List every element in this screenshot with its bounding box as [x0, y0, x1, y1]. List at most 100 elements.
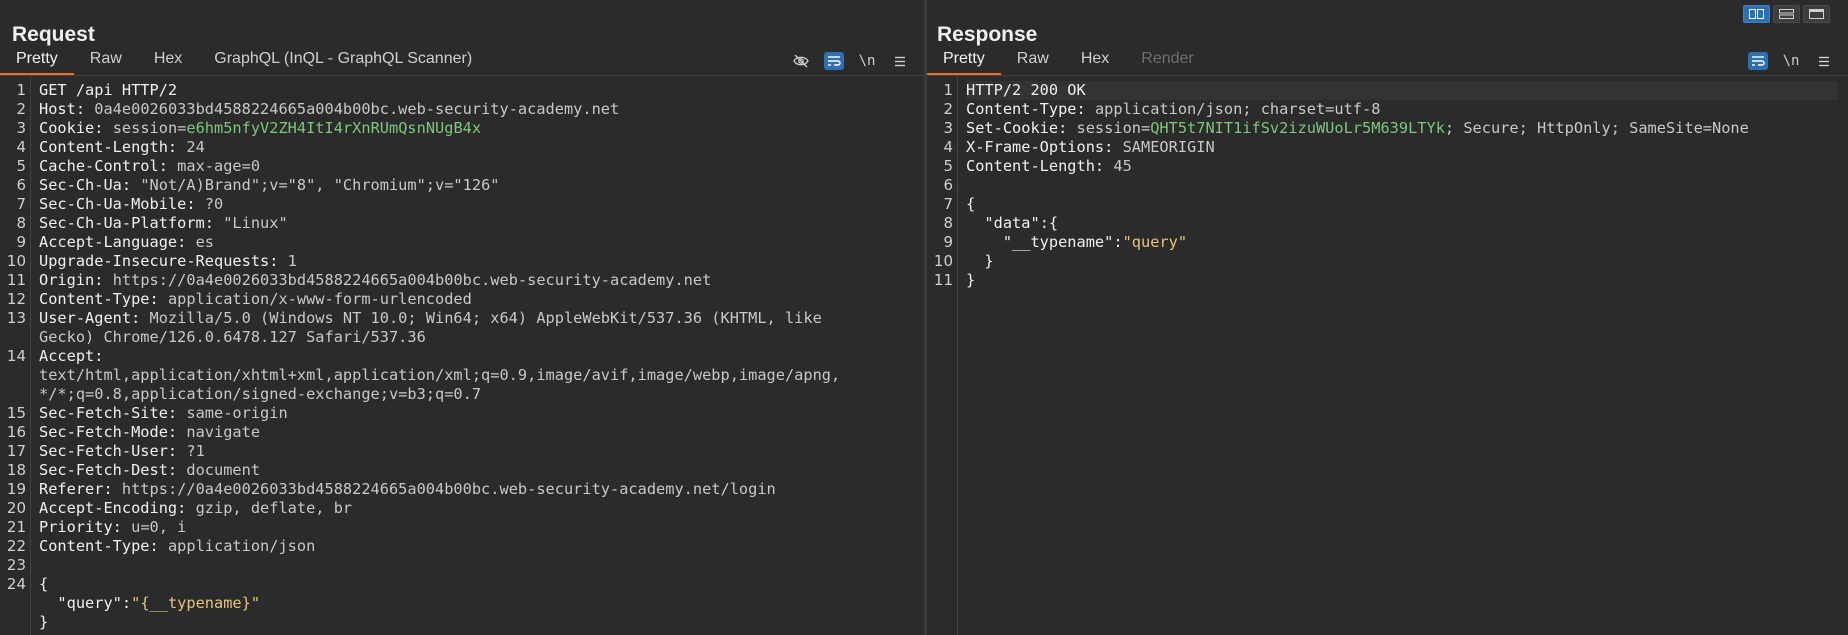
code-token: Content-Type: — [966, 100, 1095, 118]
code-token: e6hm5nfyV2ZH4ItI4rXnRUmQsnNUgB4x — [186, 119, 482, 137]
code-line: 15 Sec-Fetch-Site: same-origin — [7, 404, 914, 423]
newline-toggle[interactable]: \n — [1781, 52, 1801, 70]
word-wrap-icon[interactable] — [1748, 52, 1768, 70]
code-token: Content-Length: — [39, 138, 187, 156]
newline-toggle[interactable]: \n — [857, 52, 877, 70]
code-line: 2 Content-Type: application/json; charset… — [943, 100, 1838, 119]
line-number: 3 — [943, 119, 953, 137]
word-wrap-icon[interactable] — [824, 52, 844, 70]
line-number: 21 — [6, 518, 26, 536]
line-number: 6 — [943, 176, 953, 194]
line-number: 10 — [933, 252, 953, 270]
line-number: 15 — [6, 404, 26, 422]
line-number: 22 — [6, 537, 26, 555]
code-line: 5 Cache-Control: max-age=0 — [16, 157, 914, 176]
line-number: 4 — [943, 138, 953, 156]
request-code: 1 GET /api HTTP/2 2 Host: 0a4e0026033bd4588… — [7, 81, 914, 632]
code-token: Sec-Ch-Ua-Mobile: — [39, 195, 205, 213]
code-line: 22 Content-Type: application/json — [7, 537, 914, 556]
request-tab-raw[interactable]: Raw — [74, 49, 138, 75]
request-tabbar: Pretty Raw Hex GraphQL (InQL - GraphQL S… — [0, 49, 924, 76]
code-token: Accept-Encoding: — [39, 499, 196, 517]
code-token: same-origin — [186, 404, 288, 422]
code-line: 14 Accept: — [7, 347, 914, 366]
response-code: 1 HTTP/2 200 OK 2 Content-Type: application… — [934, 81, 1838, 290]
response-tab-hex[interactable]: Hex — [1065, 49, 1125, 75]
response-tab-raw[interactable]: Raw — [1001, 49, 1065, 75]
code-line: 1 HTTP/2 200 OK — [943, 81, 1838, 100]
code-line: 9 "__typename": "query" — [943, 233, 1838, 252]
code-token: Referer: — [39, 480, 122, 498]
code-token: "{__typename}" — [131, 594, 261, 612]
code-token: session — [112, 119, 178, 137]
menu-icon[interactable] — [890, 52, 910, 70]
line-number: 6 — [16, 176, 26, 194]
code-line: 24 { — [7, 575, 914, 594]
code-token: application/json; charset=utf-8 — [1094, 100, 1381, 118]
line-number: 17 — [6, 442, 26, 460]
code-token: document — [186, 461, 261, 479]
code-token: "data" — [966, 214, 1040, 232]
code-line: 7 Sec-Ch-Ua-Mobile: ?0 — [16, 195, 914, 214]
code-token: ?0 — [204, 195, 224, 213]
code-line: text/html,application/xhtml+xml,applicat… — [39, 366, 914, 385]
code-token: Content-Length: — [966, 157, 1114, 175]
code-token: es — [195, 233, 214, 251]
line-number: 12 — [6, 290, 26, 308]
code-token: Set-Cookie: — [966, 119, 1077, 137]
code-line: 3 Set-Cookie: session = QHT5t7NIT1ifSv2izuW… — [943, 119, 1838, 138]
response-editor[interactable]: 1 HTTP/2 200 OK 2 Content-Type: application… — [927, 76, 1848, 635]
line-number: 2 — [943, 100, 953, 118]
line-number: 16 — [6, 423, 26, 441]
request-tab-hex[interactable]: Hex — [138, 49, 198, 75]
response-tools: \n — [1748, 52, 1834, 70]
response-tab-pretty[interactable]: Pretty — [927, 49, 1001, 75]
code-token: : — [1113, 233, 1123, 251]
request-editor[interactable]: 1 GET /api HTTP/2 2 Host: 0a4e0026033bd4588… — [0, 76, 924, 635]
code-token: application/x-www-form-urlencoded — [167, 290, 472, 308]
code-token: HTTP/2 200 OK — [966, 81, 1086, 99]
line-number: 5 — [943, 157, 953, 175]
code-token: Mozilla/5.0 (Windows NT 10.0; Win64; x64… — [149, 309, 822, 327]
code-token: "Linux" — [223, 214, 288, 232]
code-token: gzip, deflate, br — [195, 499, 353, 517]
hide-icon[interactable] — [791, 52, 811, 70]
code-line: 21 Priority: u=0, i — [7, 518, 914, 537]
code-line: 20 Accept-Encoding: gzip, deflate, br — [7, 499, 914, 518]
code-line: 9 Accept-Language: es — [16, 233, 914, 252]
menu-icon[interactable] — [1814, 52, 1834, 70]
line-number: 7 — [943, 195, 953, 213]
line-number: 3 — [16, 119, 26, 137]
code-line: */*;q=0.8,application/signed-exchange;v=… — [39, 385, 914, 404]
response-tab-render[interactable]: Render — [1125, 49, 1209, 75]
code-line: 16 Sec-Fetch-Mode: navigate — [7, 423, 914, 442]
code-line: 1 GET /api HTTP/2 — [16, 81, 914, 100]
code-token: Sec-Fetch-Site: — [39, 404, 187, 422]
line-number: 11 — [933, 271, 953, 289]
code-token: "query" — [1122, 233, 1188, 251]
line-number: 11 — [6, 271, 26, 289]
code-token: :{ — [1039, 214, 1059, 232]
code-token: max-age=0 — [177, 157, 261, 175]
code-token: SAMEORIGIN — [1122, 138, 1215, 156]
line-number: 1 — [16, 81, 26, 99]
code-line: Gecko) Chrome/126.0.6478.127 Safari/537.… — [39, 328, 914, 347]
code-line: 6 Sec-Ch-Ua: "Not/A)Brand";v="8", "Chromi… — [16, 176, 914, 195]
request-tab-graphql[interactable]: GraphQL (InQL - GraphQL Scanner) — [198, 49, 488, 75]
request-tab-pretty[interactable]: Pretty — [0, 49, 74, 75]
code-line: 8 "data":{ — [943, 214, 1838, 233]
line-number: 23 — [6, 556, 26, 574]
line-number: 10 — [6, 252, 26, 270]
line-number: 8 — [16, 214, 26, 232]
code-line: 4 Content-Length: 24 — [16, 138, 914, 157]
request-tools: \n — [791, 52, 910, 70]
code-token: "__typename" — [966, 233, 1114, 251]
line-number: 5 — [16, 157, 26, 175]
code-token: https://0a4e0026033bd4588224665a004b00bc… — [112, 271, 712, 289]
code-token: u=0, i — [131, 518, 187, 536]
code-line: 5 Content-Length: 45 — [943, 157, 1838, 176]
code-token: "query" — [39, 594, 122, 612]
code-token: Content-Type: — [39, 537, 168, 555]
line-number: 9 — [943, 233, 953, 251]
line-number: 7 — [16, 195, 26, 213]
